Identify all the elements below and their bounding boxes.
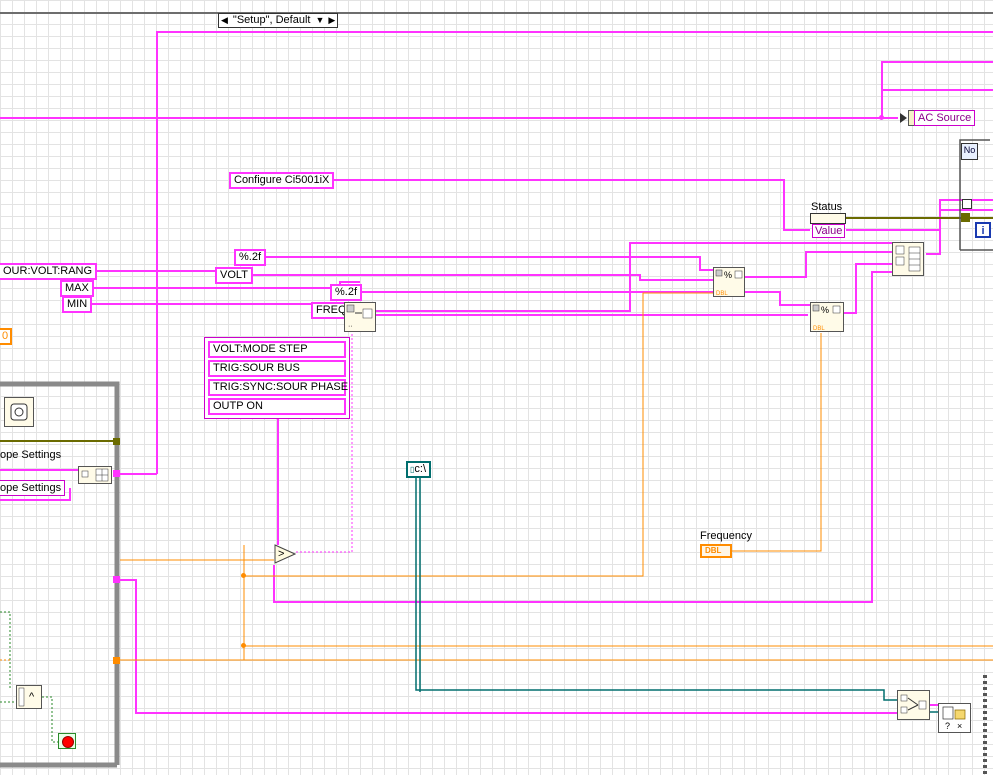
unbundle-node[interactable] (78, 466, 112, 484)
case-next-arrow-icon[interactable]: ▶ (326, 14, 337, 27)
status-value-label: Value (812, 224, 846, 238)
wire-junction (241, 643, 246, 648)
build-path-node[interactable] (897, 690, 930, 720)
format-into-string-node-freq[interactable]: ·· (344, 302, 376, 332)
string-wires (0, 31, 993, 714)
wire-junction (879, 115, 884, 120)
tunnel-numeric (113, 657, 120, 664)
format-string-constant-1[interactable]: %.2f (234, 249, 267, 266)
tunnel-olive (113, 438, 120, 445)
case-selector[interactable]: ◀ "Setup", Default ▼ ▶ (218, 13, 339, 28)
sour-volt-rang-constant[interactable]: OUR:VOLT:RANG (0, 263, 98, 280)
scope-settings-label-1: ope Settings (0, 449, 62, 461)
block-diagram-wires (0, 12, 993, 775)
command-array-item[interactable]: TRIG:SYNC:SOUR PHASE (208, 379, 348, 396)
boolean-wires (0, 611, 60, 743)
svg-text:%: % (821, 305, 829, 315)
format-string-constant-2[interactable]: %.2f (330, 284, 363, 301)
svg-text:%: % (724, 270, 732, 280)
stop-red-icon (62, 736, 74, 748)
case-dropdown-icon[interactable]: ▼ (313, 14, 326, 27)
configure-string-constant[interactable]: Configure Ci5001iX (229, 172, 335, 189)
svg-text:··: ·· (348, 323, 353, 330)
format-into-string-node-2[interactable]: % DBL (810, 302, 844, 332)
wire-junction (241, 573, 246, 578)
command-array-item[interactable]: VOLT:MODE STEP (208, 341, 346, 358)
command-array-item[interactable]: OUTP ON (208, 398, 346, 415)
ac-source-label[interactable]: AC Source (914, 110, 976, 126)
compare-node[interactable]: ^ (16, 685, 42, 709)
greater-than-icon: > (278, 548, 285, 560)
volt-string-constant[interactable]: VOLT (215, 267, 253, 284)
stop-condition-icon[interactable] (58, 733, 76, 749)
scope-settings-label-2[interactable]: ope Settings (0, 480, 66, 496)
svg-text:DBL: DBL (813, 326, 825, 331)
path-constant[interactable]: ▯c:\ (406, 461, 432, 478)
numeric-constant[interactable]: 0 (0, 328, 13, 345)
frequency-control[interactable]: DBL (700, 544, 732, 558)
timing-node[interactable] (4, 397, 34, 427)
path-constant-value: c:\ (414, 463, 427, 475)
build-array-node[interactable] (892, 242, 924, 276)
greater-than-node[interactable]: > (274, 544, 297, 564)
svg-text:?: ? (945, 721, 950, 731)
tunnel-string-2 (113, 576, 120, 583)
case-prev-arrow-icon[interactable]: ◀ (219, 14, 230, 27)
format-into-string-node-volt[interactable]: % DBL (713, 267, 745, 297)
status-label: Status (811, 201, 843, 213)
file-dialog-icon[interactable]: ? × (938, 703, 971, 733)
svg-text:×: × (957, 721, 962, 731)
info-icon[interactable]: i (975, 222, 991, 238)
status-unbundle-node[interactable] (810, 213, 846, 224)
cluster-terminal-olive (961, 213, 970, 222)
command-array-constant[interactable]: VOLT:MODE STEP TRIG:SOUR BUS TRIG:SYNC:S… (204, 337, 350, 419)
command-array-item[interactable]: TRIG:SOUR BUS (208, 360, 346, 377)
case-selector-value[interactable]: "Setup", Default (230, 14, 314, 27)
path-wires (415, 478, 938, 713)
tunnel-string (113, 470, 120, 477)
frequency-dbl-tag: DBL (705, 546, 722, 555)
terminal-box (962, 199, 972, 209)
bundle-arrow-icon (900, 113, 907, 123)
svg-text:DBL: DBL (716, 291, 728, 296)
no-error-icon: No (961, 143, 978, 160)
frequency-label: Frequency (700, 530, 752, 542)
compare-icon: ^ (29, 691, 35, 703)
min-string-constant[interactable]: MIN (62, 296, 93, 313)
max-string-constant[interactable]: MAX (60, 280, 94, 297)
